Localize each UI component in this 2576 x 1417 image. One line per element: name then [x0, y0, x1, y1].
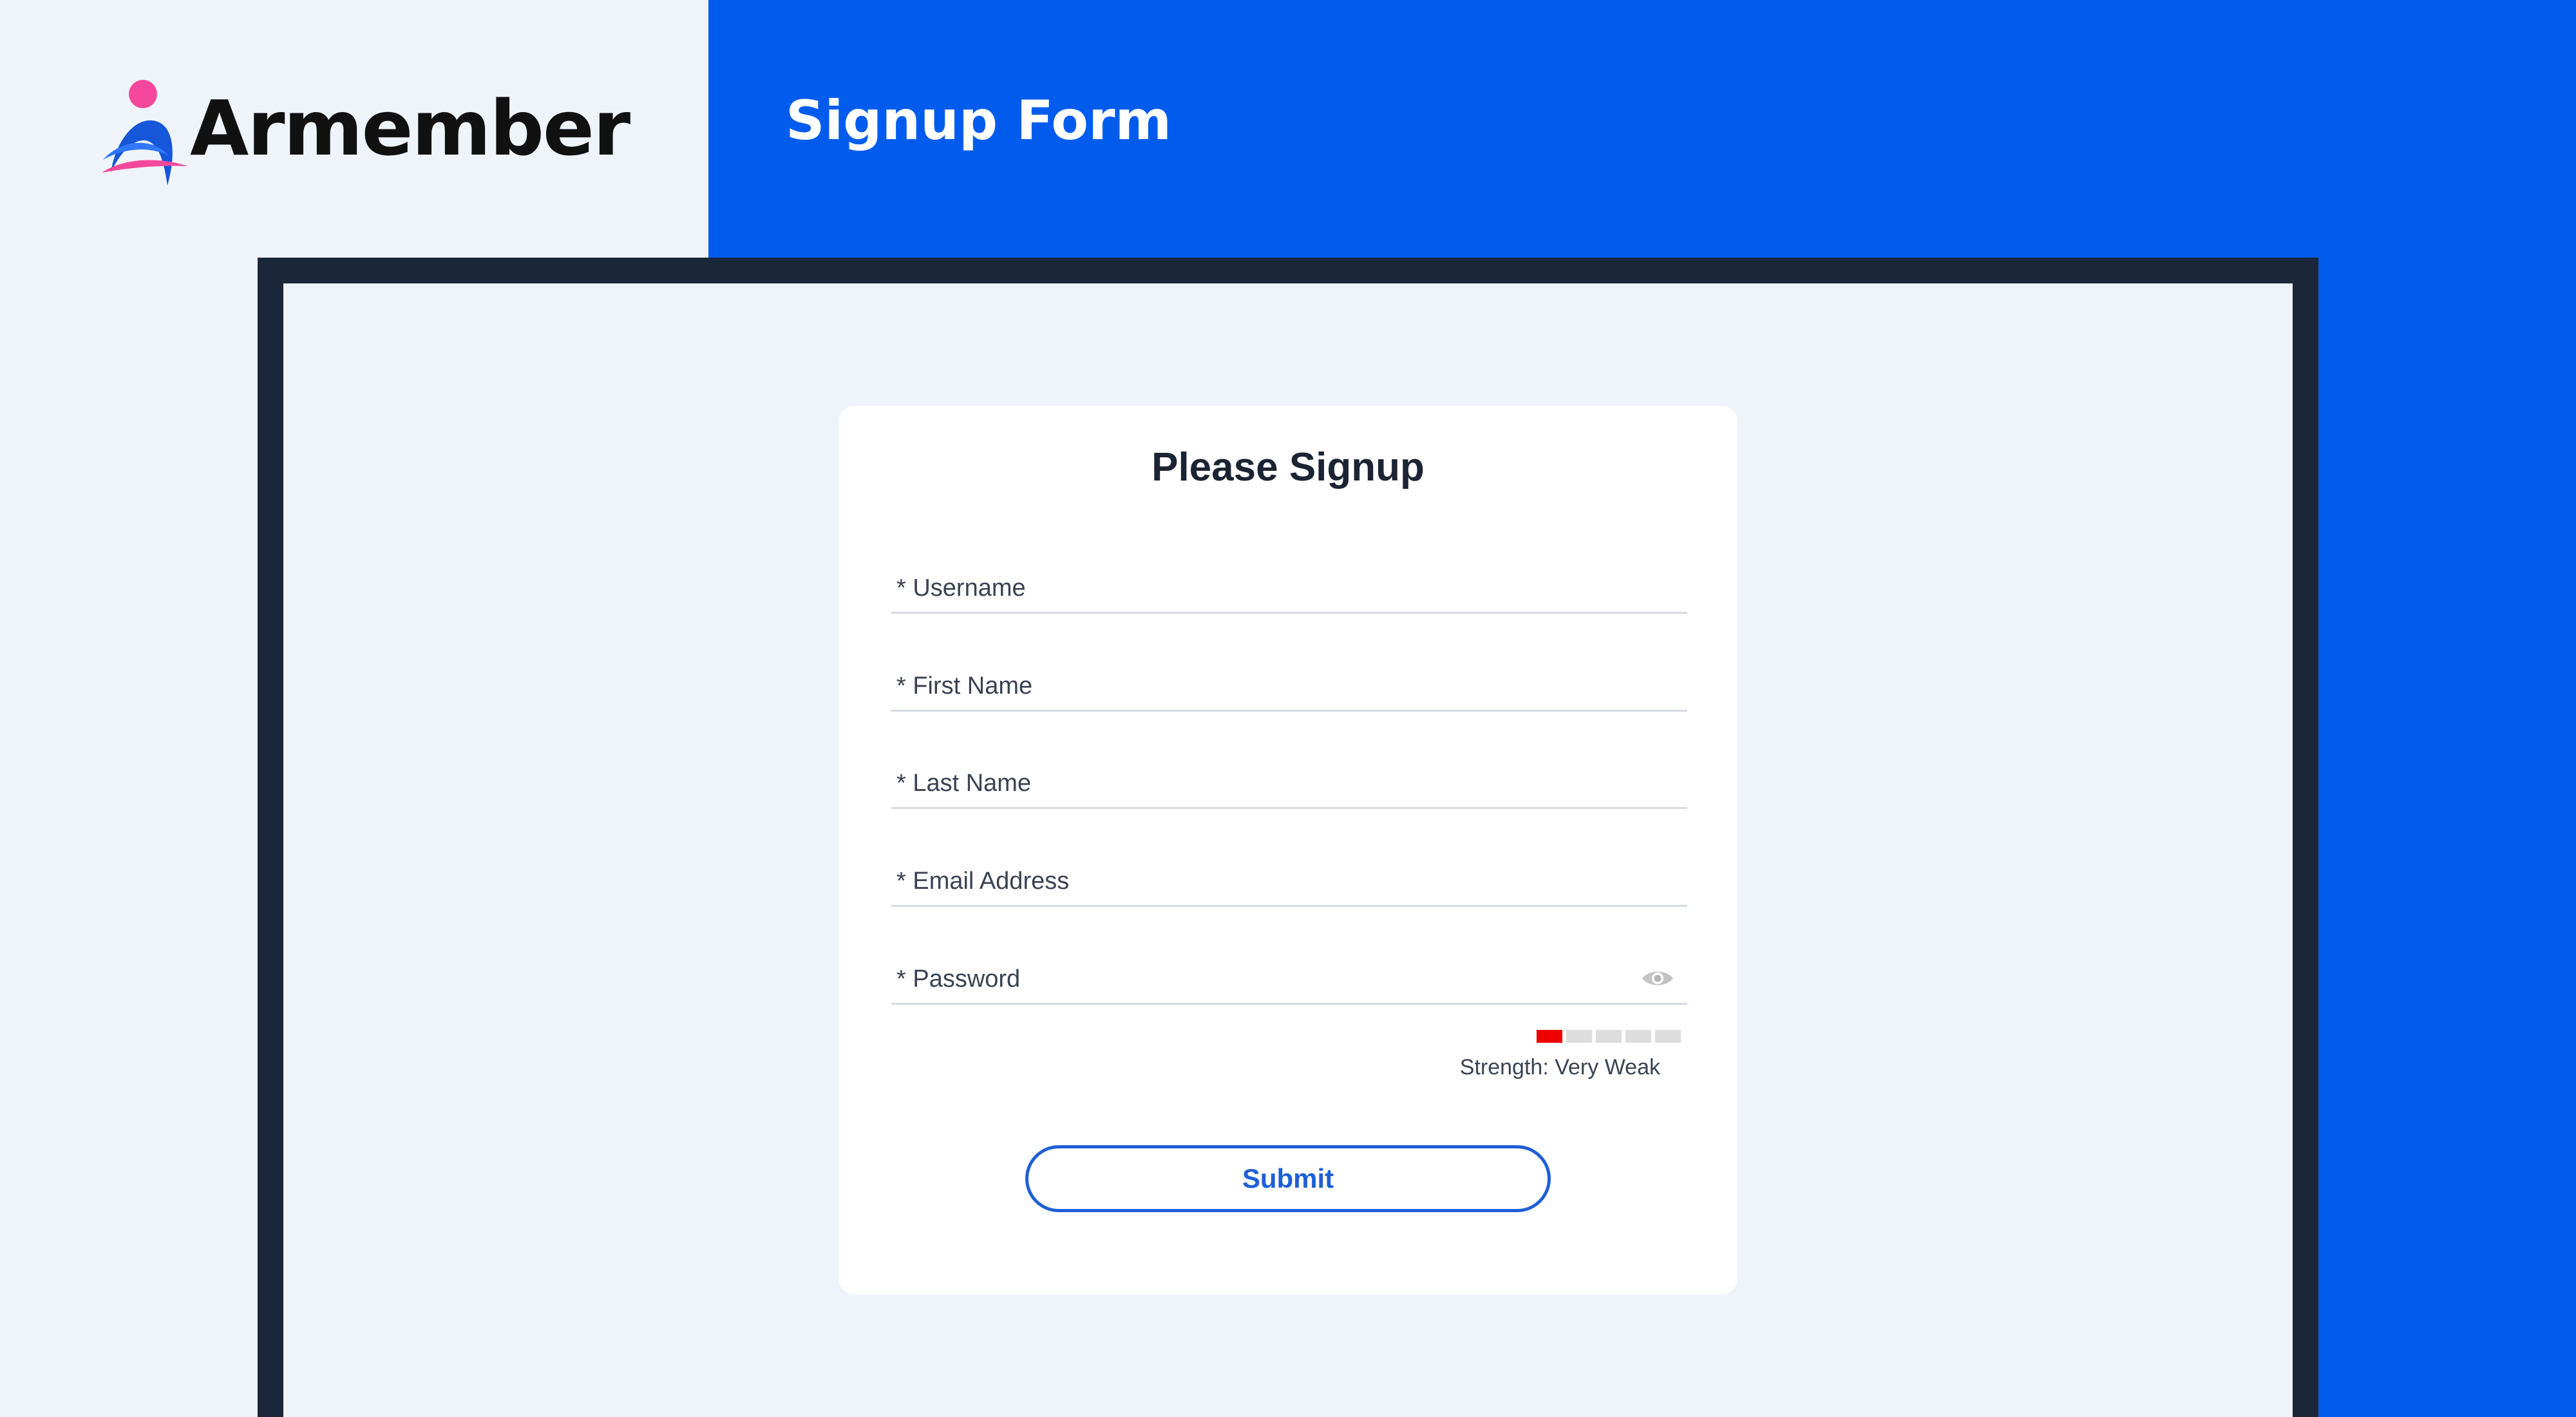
form-title: Please Signup	[1151, 445, 1425, 490]
brand-logo[interactable]: Armember	[97, 76, 630, 192]
eye-icon[interactable]	[1641, 967, 1674, 990]
username-field[interactable]: * Username	[891, 560, 1687, 614]
strength-segment	[1566, 1030, 1592, 1043]
brand-name: Armember	[190, 84, 630, 173]
password-strength-text: Strength: Very Weak	[1459, 1055, 1660, 1079]
strength-segment	[1596, 1030, 1622, 1043]
signup-form-card: Please Signup * Username * First Name * …	[838, 406, 1738, 1295]
last-name-label: * Last Name	[896, 770, 1032, 797]
last-name-field[interactable]: * Last Name	[891, 756, 1687, 809]
logo-mark-icon	[102, 80, 188, 185]
page-title: Signup Form	[786, 89, 1172, 152]
password-label: * Password	[896, 965, 1021, 993]
email-label: * Email Address	[896, 868, 1070, 895]
username-label: * Username	[896, 575, 1026, 602]
submit-button[interactable]: Submit	[1025, 1145, 1551, 1212]
strength-segment	[1655, 1030, 1681, 1043]
first-name-label: * First Name	[896, 672, 1033, 699]
strength-segment	[1625, 1030, 1651, 1043]
strength-segment	[1537, 1030, 1562, 1043]
password-strength-meter	[1537, 1030, 1687, 1044]
password-field[interactable]: * Password	[891, 951, 1687, 1005]
email-field[interactable]: * Email Address	[891, 853, 1687, 907]
first-name-field[interactable]: * First Name	[891, 658, 1687, 712]
